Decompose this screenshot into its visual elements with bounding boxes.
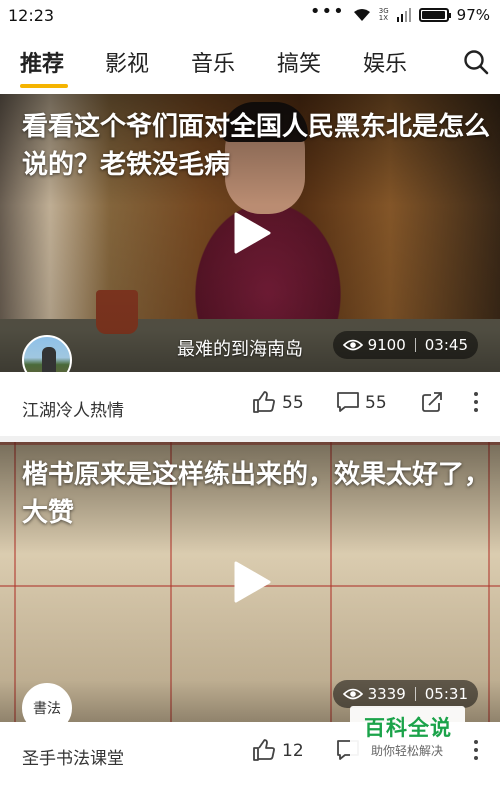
video-thumbnail[interactable]: 看看这个爷们面对全国人民黑东北是怎么说的？老铁没毛病 最难的到海南岛 9100 … [0,94,500,372]
battery-percent: 97% [456,6,490,24]
author-name[interactable]: 江湖冷人热情 [22,396,124,421]
author-name[interactable]: 圣手书法课堂 [22,744,124,769]
share-icon[interactable] [420,390,444,414]
avatar-text: 書法 [33,701,61,717]
signal-icon [396,8,411,22]
more-dots-icon: ••• [309,1,345,22]
status-bar: 12:23 ••• 3G 1X 97% [0,0,500,30]
status-time: 12:23 [8,5,55,25]
like-count: 55 [282,393,304,413]
avatar-figure [42,347,56,372]
stats-separator [414,687,416,701]
wifi-icon [353,9,370,21]
stats-separator [414,338,416,352]
video-duration: 03:45 [424,336,468,354]
tab-music[interactable]: 音乐 [191,46,235,78]
network-label: 3G 1X [379,8,389,22]
active-tab-indicator [20,84,68,88]
video-stats: 3339 05:31 [332,680,478,708]
play-icon[interactable] [232,211,272,255]
network-label-bottom: 1X [378,14,389,22]
like-count: 12 [282,741,304,761]
video-info-row: 江湖冷人热情 55 55 [0,376,500,436]
video-title[interactable]: 楷书原来是这样练出来的，效果太好了，大赞 [22,456,492,532]
eye-icon [342,339,363,351]
watermark-title: 百科全说 [364,716,452,740]
play-icon[interactable] [232,560,272,604]
thumbs-up-icon[interactable] [252,390,276,414]
more-icon[interactable] [466,390,486,414]
watermark: 百科全说 助你轻松解决 [350,706,465,766]
more-icon[interactable] [466,738,486,762]
comment-count: 55 [365,393,387,413]
thumbs-up-icon[interactable] [252,738,276,762]
view-count: 9100 [367,336,406,354]
comment-icon[interactable] [336,390,360,414]
tab-entertainment[interactable]: 娱乐 [363,46,407,78]
tab-recommended[interactable]: 推荐 [20,46,64,78]
video-stats: 9100 03:45 [332,331,478,359]
video-duration: 05:31 [424,685,468,703]
view-count: 3339 [367,685,406,703]
category-tabs: 推荐 影视 音乐 搞笑 娱乐 [0,30,500,94]
eye-icon [342,688,363,700]
video-title[interactable]: 看看这个爷们面对全国人民黑东北是怎么说的？老铁没毛病 [22,108,492,184]
tab-funny[interactable]: 搞笑 [277,46,321,78]
tab-film[interactable]: 影视 [105,46,149,78]
battery-fill [421,11,445,19]
video-thumbnail[interactable]: 楷书原来是这样练出来的，效果太好了，大赞 3339 05:31 書法 [0,442,500,722]
video-card[interactable]: 看看这个爷们面对全国人民黑东北是怎么说的？老铁没毛病 最难的到海南岛 9100 … [0,94,500,436]
video-subtitle: 最难的到海南岛 [177,339,303,360]
status-icons: ••• 3G 1X 97% [309,1,490,25]
search-icon[interactable] [462,48,490,76]
battery-icon [418,8,451,22]
watermark-subtitle: 助你轻松解决 [371,744,444,758]
